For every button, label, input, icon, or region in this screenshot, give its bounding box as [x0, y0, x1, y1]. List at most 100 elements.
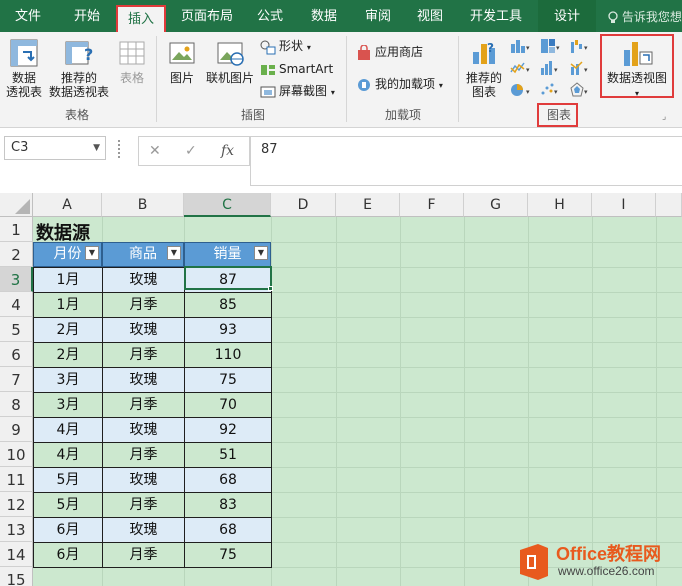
- online-pictures-button[interactable]: 联机图片: [202, 38, 258, 85]
- table-cell-sales[interactable]: 75: [184, 542, 272, 568]
- table-button[interactable]: 表格: [114, 38, 150, 85]
- column-header-d[interactable]: D: [271, 193, 336, 217]
- filter-dropdown-icon[interactable]: ▼: [254, 246, 268, 260]
- row-header-6[interactable]: 6: [0, 342, 33, 367]
- confirm-icon[interactable]: ✓: [185, 143, 197, 159]
- row-header-14[interactable]: 14: [0, 542, 33, 567]
- row-header-10[interactable]: 10: [0, 442, 33, 467]
- table-cell-month[interactable]: 6月: [33, 542, 103, 568]
- table-cell-product[interactable]: 月季: [102, 492, 185, 518]
- hierarchy-chart-icon[interactable]: ▾: [540, 38, 562, 54]
- row-header-2[interactable]: 2: [0, 242, 33, 267]
- table-cell-sales[interactable]: 51: [184, 442, 272, 468]
- table-cell-sales[interactable]: 110: [184, 342, 272, 368]
- tab-developer[interactable]: 开发工具: [462, 0, 530, 32]
- dialog-launcher-icon[interactable]: ⌟: [662, 112, 666, 122]
- my-addins-button[interactable]: 我的加载项 ▾: [356, 76, 443, 94]
- row-header-3[interactable]: 3: [0, 267, 33, 292]
- column-header-i[interactable]: I: [592, 193, 656, 217]
- table-cell-month[interactable]: 5月: [33, 492, 103, 518]
- select-all-corner[interactable]: [0, 193, 33, 217]
- tab-view[interactable]: 视图: [408, 0, 452, 32]
- tab-file[interactable]: 文件: [4, 0, 52, 32]
- tab-review[interactable]: 审阅: [356, 0, 400, 32]
- tab-design[interactable]: 设计: [538, 0, 596, 32]
- row-header-1[interactable]: 1: [0, 217, 33, 242]
- recommended-charts-button[interactable]: ? 推荐的 图表: [462, 38, 506, 99]
- tab-insert[interactable]: 插入: [116, 5, 166, 32]
- table-cell-month[interactable]: 1月: [33, 292, 103, 318]
- formula-bar-grip[interactable]: [118, 140, 122, 158]
- table-cell-sales[interactable]: 68: [184, 467, 272, 493]
- table-cell-product[interactable]: 玫瑰: [102, 467, 185, 493]
- table-cell-sales[interactable]: 70: [184, 392, 272, 418]
- row-header-11[interactable]: 11: [0, 467, 33, 492]
- row-header-8[interactable]: 8: [0, 392, 33, 417]
- name-box[interactable]: C3 ▼: [4, 136, 106, 160]
- row-header-5[interactable]: 5: [0, 317, 33, 342]
- table-cell-product[interactable]: 月季: [102, 542, 185, 568]
- column-header-h[interactable]: H: [528, 193, 592, 217]
- recommended-pivot-button[interactable]: ? 推荐的 数据透视表: [46, 38, 112, 99]
- table-cell-month[interactable]: 5月: [33, 467, 103, 493]
- column-header-f[interactable]: F: [400, 193, 464, 217]
- worksheet[interactable]: ABCDEFGHI 1 2 3 4 5 6 7 8 9 10 11 12 13 14 15 数据源 月份 ▼ 商…: [0, 193, 682, 586]
- table-cell-month[interactable]: 1月: [33, 267, 103, 293]
- table-cell-product[interactable]: 玫瑰: [102, 317, 185, 343]
- line-chart-icon[interactable]: ▾: [510, 60, 532, 76]
- statistic-chart-icon[interactable]: ▾: [540, 60, 562, 76]
- table-cell-product[interactable]: 月季: [102, 292, 185, 318]
- tab-home[interactable]: 开始: [62, 0, 112, 32]
- tab-formulas[interactable]: 公式: [248, 0, 292, 32]
- row-header-12[interactable]: 12: [0, 492, 33, 517]
- table-cell-month[interactable]: 2月: [33, 317, 103, 343]
- table-cell-month[interactable]: 2月: [33, 342, 103, 368]
- waterfall-chart-icon[interactable]: ▾: [570, 38, 592, 54]
- column-header-e[interactable]: E: [336, 193, 400, 217]
- pie-chart-icon[interactable]: ▾: [510, 82, 532, 98]
- tab-page-layout[interactable]: 页面布局: [172, 0, 242, 32]
- table-cell-product[interactable]: 月季: [102, 442, 185, 468]
- table-cell-product[interactable]: 玫瑰: [102, 367, 185, 393]
- table-cell-month[interactable]: 6月: [33, 517, 103, 543]
- tab-data[interactable]: 数据: [302, 0, 346, 32]
- table-cell-product[interactable]: 玫瑰: [102, 517, 185, 543]
- smartart-button[interactable]: SmartArt: [260, 61, 333, 78]
- pictures-button[interactable]: 图片: [164, 38, 200, 85]
- column-header-c[interactable]: C: [184, 193, 271, 217]
- filter-dropdown-icon[interactable]: ▼: [85, 246, 99, 260]
- cancel-icon[interactable]: ✕: [149, 143, 161, 159]
- insert-function-icon[interactable]: fx: [221, 143, 234, 159]
- table-cell-product[interactable]: 月季: [102, 392, 185, 418]
- table-cell-sales[interactable]: 75: [184, 367, 272, 393]
- column-header-b[interactable]: B: [102, 193, 184, 217]
- pivot-table-button[interactable]: 数据 透视表: [4, 38, 44, 99]
- row-header-15[interactable]: 15: [0, 567, 33, 586]
- combo-chart-icon[interactable]: ▾: [570, 60, 592, 76]
- table-cell-product[interactable]: 玫瑰: [102, 267, 185, 293]
- shapes-button[interactable]: 形状 ▾: [260, 38, 311, 56]
- row-header-4[interactable]: 4: [0, 292, 33, 317]
- table-header-product[interactable]: 商品 ▼: [102, 242, 184, 267]
- table-cell-product[interactable]: 玫瑰: [102, 417, 185, 443]
- radar-chart-icon[interactable]: ▾: [570, 82, 592, 98]
- table-cell-sales[interactable]: 83: [184, 492, 272, 518]
- column-header-partial[interactable]: [656, 193, 682, 217]
- table-cell-month[interactable]: 3月: [33, 392, 103, 418]
- scatter-chart-icon[interactable]: ▾: [540, 82, 562, 98]
- table-cell-month[interactable]: 4月: [33, 417, 103, 443]
- store-button[interactable]: 应用商店: [356, 43, 423, 61]
- table-header-sales[interactable]: 销量 ▼: [184, 242, 271, 267]
- row-header-13[interactable]: 13: [0, 517, 33, 542]
- column-header-a[interactable]: A: [33, 193, 102, 217]
- screenshot-button[interactable]: 屏幕截图 ▾: [260, 83, 335, 101]
- table-cell-sales[interactable]: 93: [184, 317, 272, 343]
- tell-me-box[interactable]: 告诉我您想: [608, 0, 682, 32]
- chevron-down-icon[interactable]: ▼: [93, 137, 100, 159]
- table-cell-sales[interactable]: 68: [184, 517, 272, 543]
- column-header-g[interactable]: G: [464, 193, 528, 217]
- row-header-7[interactable]: 7: [0, 367, 33, 392]
- row-header-9[interactable]: 9: [0, 417, 33, 442]
- table-header-month[interactable]: 月份 ▼: [33, 242, 102, 267]
- fill-handle[interactable]: [268, 286, 273, 291]
